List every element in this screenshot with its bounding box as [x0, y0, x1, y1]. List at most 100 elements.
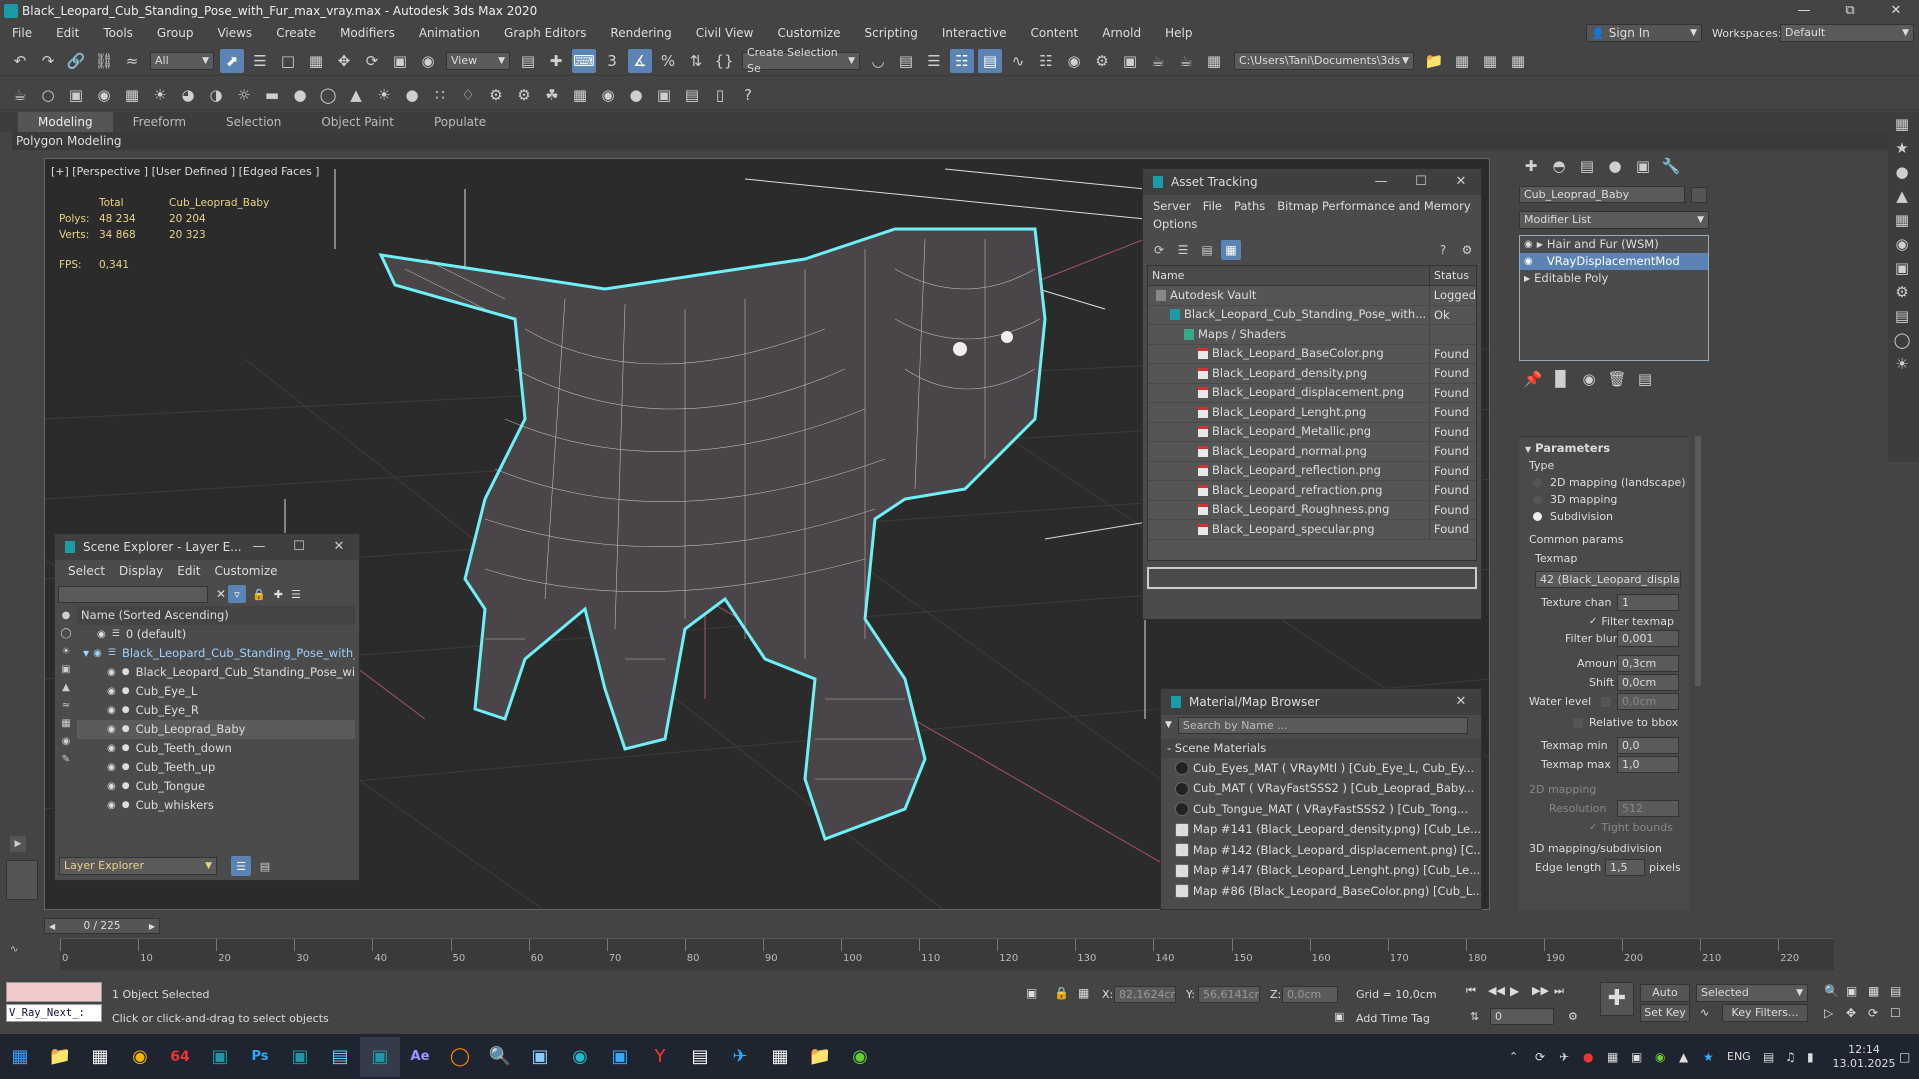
sign-in-button[interactable]: 👤 Sign In ▼ [1586, 24, 1702, 42]
tray-icon-e[interactable]: ▣ [1631, 1050, 1655, 1064]
dome-icon[interactable]: ◕ [176, 83, 200, 107]
asset-row[interactable]: Black_Leopard_normal.png Found [1148, 442, 1476, 462]
reference-coord-select[interactable]: View ▼ [446, 51, 510, 70]
rotate-icon[interactable]: ⟳ [360, 49, 384, 73]
material-browser-titlebar[interactable]: Material/Map Browser ✕ [1161, 689, 1481, 715]
material-icon[interactable]: ◉ [92, 83, 116, 107]
menu-create[interactable]: Create [264, 26, 328, 40]
edit-named-selection-icon[interactable]: {} [712, 49, 736, 73]
visibility-eye-icon[interactable]: ◉ [107, 682, 116, 701]
fur-icon[interactable]: ● [288, 83, 312, 107]
edge-icon[interactable]: ◉ [560, 1037, 600, 1077]
curve-toggle-icon[interactable]: ∿ [10, 944, 40, 964]
pan-icon[interactable]: ✥ [1846, 1006, 1868, 1028]
scene-row[interactable]: ◉ ● Cub_Leoprad_Baby [77, 720, 355, 739]
zoom-all-icon[interactable]: ▣ [1846, 984, 1868, 1006]
grid-icon[interactable]: ▦ [120, 83, 144, 107]
explorer-type-select[interactable]: Layer Explorer ▼ [59, 857, 217, 875]
scene-menu-customize[interactable]: Customize [208, 564, 285, 578]
set-key-button[interactable]: Set Key [1640, 1004, 1690, 1022]
visibility-eye-icon[interactable]: ◉ [93, 644, 102, 663]
y-coordinate-field[interactable]: 56,6141cm [1198, 986, 1260, 1003]
window-crossing-icon[interactable]: ▦ [304, 49, 328, 73]
key-set-select[interactable]: Selected ▼ [1696, 984, 1808, 1002]
tight-bounds-checkbox[interactable]: ✓ [1589, 822, 1597, 833]
scene-row[interactable]: ◉ ● Cub_Tongue [77, 777, 355, 796]
light-icon[interactable]: ☀ [148, 83, 172, 107]
default-tangent-icon[interactable]: ∿ [1700, 1006, 1709, 1019]
workspace-icon-c[interactable]: ▦ [1506, 49, 1530, 73]
absolute-mode-icon[interactable]: ▦ [1078, 986, 1089, 1000]
timeline-track[interactable]: 0 10 20 30 40 50 60 70 80 90 100 110 120 130 140 150 160… [60, 938, 1834, 970]
layers-icon[interactable]: ☰ [291, 588, 301, 601]
prev-key-icon[interactable]: ◀◀ [1488, 984, 1510, 998]
menu-group[interactable]: Group [145, 26, 206, 40]
mirror-icon[interactable]: ◡ [866, 49, 890, 73]
z-coordinate-field[interactable]: 0,0cm [1282, 986, 1338, 1003]
unlink-icon[interactable]: ⛓ [92, 49, 116, 73]
texture-chan-spinner[interactable]: 1 [1617, 594, 1679, 611]
close-icon[interactable]: ✕ [1873, 0, 1919, 22]
texmap-min-spinner[interactable]: 0,0 [1617, 737, 1679, 754]
show-end-result-icon[interactable]: ▉ [1549, 367, 1573, 391]
maximize-viewport-icon[interactable]: ☐ [1890, 1006, 1912, 1028]
material-row[interactable]: Map #142 (Black_Leopard_displacement.png… [1161, 840, 1481, 861]
tray-icon-f[interactable]: ◉ [1655, 1050, 1679, 1064]
spacewarp-filter-icon[interactable]: ≈ [57, 696, 75, 714]
app-g-icon[interactable]: ◯ [440, 1037, 480, 1077]
app-s-icon[interactable]: ▣ [600, 1037, 640, 1077]
key-filters-button[interactable]: Key Filters... [1722, 1004, 1808, 1022]
refresh-icon[interactable]: ⟳ [1149, 240, 1169, 260]
scene-menu-edit[interactable]: Edit [170, 564, 207, 578]
ribbon-icon-f[interactable]: ▣ [1890, 256, 1914, 280]
modifier-eye-icon[interactable]: ◉ [1524, 236, 1533, 253]
maximize-icon[interactable]: ⧉ [1827, 0, 1873, 22]
place-icon[interactable]: ◉ [416, 49, 440, 73]
asset-row[interactable]: Black_Leopard_Cub_Standing_Pose_with... O… [1148, 305, 1476, 325]
ribbon-icon-g[interactable]: ⚙ [1890, 280, 1914, 304]
display-tab-icon[interactable]: ▣ [1631, 154, 1655, 178]
type-option[interactable]: 3D mapping [1533, 493, 1689, 506]
menu-graph-editors[interactable]: Graph Editors [492, 26, 598, 40]
project-path-select[interactable]: C:\Users\Tani\Documents\3ds Max 2020▼ [1234, 51, 1414, 70]
workspace-select[interactable]: Default ▼ [1780, 24, 1914, 42]
ies-icon[interactable]: ◑ [204, 83, 228, 107]
col-status-header[interactable]: Status [1430, 266, 1469, 285]
add-time-tag[interactable]: Add Time Tag [1356, 1012, 1430, 1025]
menu-file[interactable]: File [0, 26, 44, 40]
search-app-icon[interactable]: 🔍 [480, 1037, 520, 1077]
visibility-eye-icon[interactable]: ◉ [107, 663, 116, 682]
type-option[interactable]: 2D mapping (landscape) [1533, 476, 1689, 489]
modifier-stack-item[interactable]: ◉ ▶ Hair and Fur (WSM) [1520, 236, 1708, 253]
select-object-icon[interactable]: ⬈ [220, 48, 244, 73]
auto-key-button[interactable]: Auto Key [1640, 984, 1690, 1015]
scene-explorer-icon-b[interactable]: ▤ [255, 856, 275, 876]
particles-icon[interactable]: ∷ [428, 83, 452, 107]
proxy-icon[interactable]: ◯ [316, 83, 340, 107]
key-mode-icon[interactable]: ⇅ [1470, 1010, 1479, 1023]
cone-icon[interactable]: ▲ [344, 83, 368, 107]
save-app-icon[interactable]: ▣ [520, 1037, 560, 1077]
material-row[interactable]: Map #86 (Black_Leopard_BaseColor.png) [C… [1161, 881, 1481, 902]
gear-icon[interactable]: ⚙ [512, 83, 536, 107]
visibility-eye-icon[interactable]: ◉ [107, 796, 116, 815]
render-production-icon[interactable]: ☕ [1146, 49, 1170, 73]
utorrent-icon[interactable]: ◉ [840, 1037, 880, 1077]
schematic-view-icon[interactable]: ☷ [1034, 49, 1058, 73]
scene-explorer-titlebar[interactable]: Scene Explorer - Layer E... — ☐ ✕ [55, 534, 359, 560]
link-icon[interactable]: 🔗 [64, 49, 88, 73]
asset-row[interactable]: Black_Leopard_Metallic.png Found [1148, 422, 1476, 442]
teapot-icon[interactable]: ☕ [8, 83, 32, 107]
scene-row[interactable]: ◉ ● Cub_Eye_L [77, 682, 355, 701]
sun-light-icon[interactable]: ☀ [372, 83, 396, 107]
ribbon-icon-b[interactable]: ● [1890, 160, 1914, 184]
project-folder-icon[interactable]: 📁 [1422, 49, 1446, 73]
scene-list-header[interactable]: Name (Sorted Ascending) [77, 606, 355, 625]
viewport-layout-tab[interactable] [6, 860, 38, 900]
motion-tab-icon[interactable]: ● [1603, 154, 1627, 178]
set-key-big-button[interactable]: ✚ [1600, 982, 1634, 1016]
select-by-name-icon[interactable]: ☰ [248, 49, 272, 73]
filter-texmap-checkbox[interactable]: ✓ [1589, 616, 1597, 627]
ribbon-icon-c[interactable]: ▲ [1890, 184, 1914, 208]
zoom-icon[interactable]: 🔍 [1824, 984, 1846, 1006]
